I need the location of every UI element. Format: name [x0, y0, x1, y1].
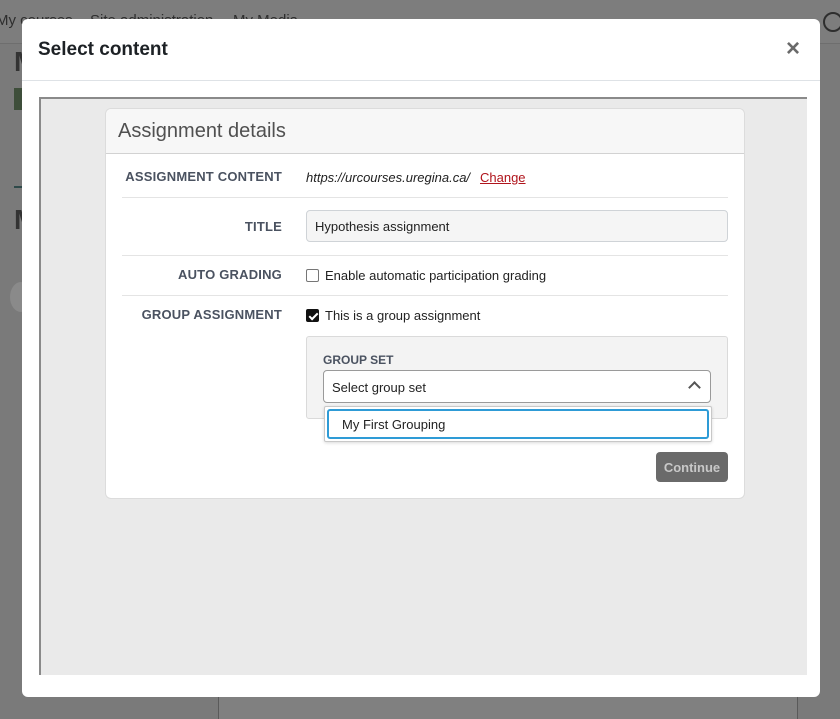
assignment-details-card: Assignment details ASSIGNMENT CONTENT ht… [105, 108, 745, 499]
group-set-label: GROUP SET [323, 353, 394, 367]
auto-grading-checkbox[interactable] [306, 269, 319, 282]
group-assignment-label: GROUP ASSIGNMENT [141, 307, 282, 322]
group-set-option[interactable]: My First Grouping [327, 409, 709, 439]
auto-grading-checkbox-label[interactable]: Enable automatic participation grading [325, 268, 546, 283]
assignment-content-row: ASSIGNMENT CONTENT https://urcourses.ure… [122, 155, 728, 198]
auto-grading-row: AUTO GRADING Enable automatic participat… [122, 256, 728, 296]
assignment-content-url: https://urcourses.uregina.ca/ [306, 170, 471, 185]
auto-grading-label: AUTO GRADING [178, 267, 282, 282]
continue-button[interactable]: Continue [656, 452, 728, 482]
title-input[interactable] [306, 210, 728, 242]
group-assignment-checkbox-label[interactable]: This is a group assignment [325, 308, 480, 323]
chevron-up-icon [688, 381, 701, 394]
user-menu-icon [823, 12, 840, 32]
group-assignment-checkbox[interactable] [306, 309, 319, 322]
group-set-dropdown-menu: My First Grouping [324, 406, 712, 442]
title-label: TITLE [244, 219, 282, 234]
modal-header: Select content × [22, 19, 820, 81]
modal-title: Select content [38, 39, 168, 60]
close-icon: × [785, 35, 800, 62]
change-content-link[interactable]: Change [480, 170, 526, 185]
card-header: Assignment details [106, 109, 744, 154]
background-panel [218, 696, 798, 719]
group-set-select[interactable]: Select group set [323, 370, 711, 403]
content-iframe: Assignment details ASSIGNMENT CONTENT ht… [39, 97, 807, 675]
assignment-content-label: ASSIGNMENT CONTENT [125, 169, 282, 184]
title-row: TITLE [122, 198, 728, 256]
select-content-modal: Select content × Assignment details ASSI… [22, 19, 820, 697]
close-button[interactable]: × [783, 37, 803, 61]
card-title: Assignment details [118, 120, 286, 142]
group-set-selected-value: Select group set [332, 380, 426, 395]
